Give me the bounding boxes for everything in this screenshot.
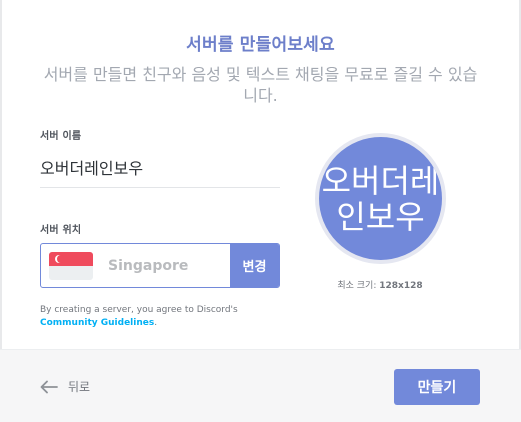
icon-size-value: 128x128 (379, 281, 423, 291)
server-icon-upload[interactable]: 오버더레인보우 (315, 133, 446, 264)
singapore-flag-icon (49, 252, 93, 280)
icon-size-label: 최소 크기: (337, 281, 377, 291)
icon-size-hint: 최소 크기: 128x128 (312, 278, 448, 291)
server-region-selector[interactable]: Singapore 변경 (40, 243, 280, 288)
server-region-label: 서버 위치 (40, 225, 82, 236)
terms-notice: By creating a server, you agree to Disco… (40, 304, 290, 330)
back-button[interactable]: 뒤로 (40, 378, 90, 395)
terms-text: By creating a server, you agree to Disco… (40, 305, 238, 315)
modal-subtitle: 서버를 만들면 친구와 음성 및 텍스트 채팅을 무료로 즐길 수 있습니다. (43, 65, 478, 105)
server-name-label: 서버 이름 (40, 131, 82, 142)
terms-suffix: . (154, 318, 158, 328)
server-region-value: Singapore (108, 258, 189, 274)
arrow-left-icon (40, 380, 58, 393)
change-region-button[interactable]: 변경 (230, 244, 279, 287)
modal-footer: 뒤로 만들기 (0, 349, 521, 422)
server-icon-initials: 오버더레인보우 (321, 161, 440, 236)
back-button-label: 뒤로 (68, 380, 91, 394)
modal-title: 서버를 만들어보세요 (186, 35, 335, 55)
community-guidelines-link[interactable]: Community Guidelines (40, 318, 154, 328)
create-server-modal: 서버를 만들어보세요 서버를 만들면 친구와 음성 및 텍스트 채팅을 무료로 … (0, 0, 521, 422)
server-name-input[interactable] (40, 152, 280, 188)
create-server-button[interactable]: 만들기 (394, 369, 480, 405)
